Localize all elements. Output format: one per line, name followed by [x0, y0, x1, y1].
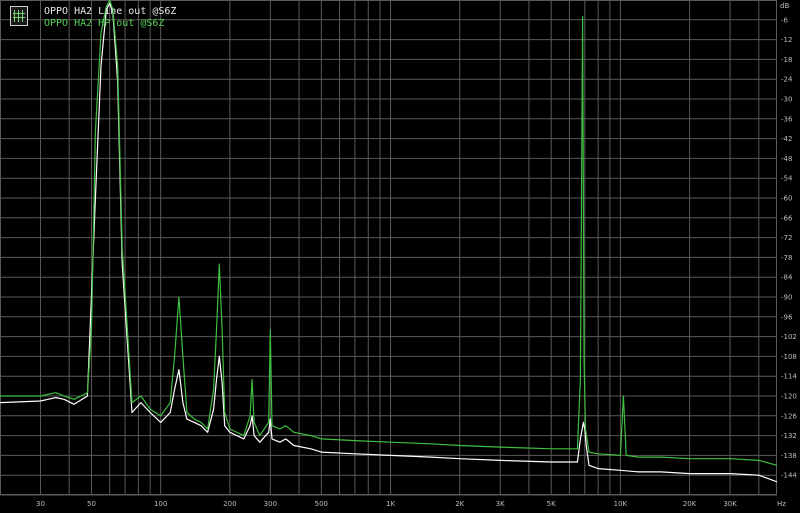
- y-tick-label: -96: [781, 313, 793, 321]
- x-tick-label: 3K: [496, 500, 505, 508]
- y-tick-label: -42: [781, 135, 792, 143]
- y-tick-label: -6: [781, 16, 789, 24]
- y-tick-label: -66: [781, 214, 793, 222]
- y-tick-label: -144: [781, 472, 797, 480]
- y-tick-label: -108: [781, 353, 797, 361]
- legend-spectrum-icon: [10, 6, 28, 26]
- legend-entry-hp-out: OPPO HA2 HP out @S6Z: [44, 18, 165, 29]
- y-tick-label: -36: [781, 115, 793, 123]
- y-tick-label: -126: [781, 412, 797, 420]
- x-tick-label: 300: [264, 500, 277, 508]
- y-tick-label: -138: [781, 452, 797, 460]
- x-tick-label: 30: [36, 500, 45, 508]
- x-tick-label: 200: [223, 500, 236, 508]
- y-unit-label: dB: [780, 2, 789, 10]
- y-tick-label: -48: [781, 155, 792, 163]
- x-unit-label: Hz: [777, 500, 786, 508]
- y-tick-label: -18: [781, 56, 792, 64]
- y-tick-label: -90: [781, 294, 792, 302]
- x-tick-label: 50: [87, 500, 96, 508]
- x-tick-label: 20K: [683, 500, 697, 508]
- x-tick-label: 2K: [455, 500, 464, 508]
- legend-entry-line-out: OPPO HA2 Line out @S6Z: [44, 6, 177, 17]
- x-tick-label: 500: [315, 500, 328, 508]
- y-tick-label: -30: [781, 96, 792, 104]
- y-tick-label: -60: [781, 195, 792, 203]
- x-tick-label: 5K: [547, 500, 556, 508]
- y-tick-label: -132: [781, 432, 797, 440]
- y-tick-label: -84: [781, 274, 793, 282]
- x-tick-label: 100: [154, 500, 167, 508]
- y-tick-label: -120: [781, 393, 797, 401]
- y-tick-label: -72: [781, 234, 792, 242]
- spectrum-chart: -6 -12 -18 -24 -30 -36 -42 -48 -54 -60 -66 -72 -78 -8…: [0, 0, 800, 513]
- y-tick-label: -114: [781, 373, 797, 381]
- y-tick-label: -12: [781, 36, 792, 44]
- y-tick-label: -24: [781, 76, 793, 84]
- y-tick-label: -78: [781, 254, 792, 262]
- y-tick-label: -54: [781, 175, 793, 183]
- x-tick-label: 30K: [723, 500, 737, 508]
- y-tick-label: -102: [781, 333, 797, 341]
- x-tick-label: 10K: [614, 500, 628, 508]
- x-tick-label: 1K: [386, 500, 395, 508]
